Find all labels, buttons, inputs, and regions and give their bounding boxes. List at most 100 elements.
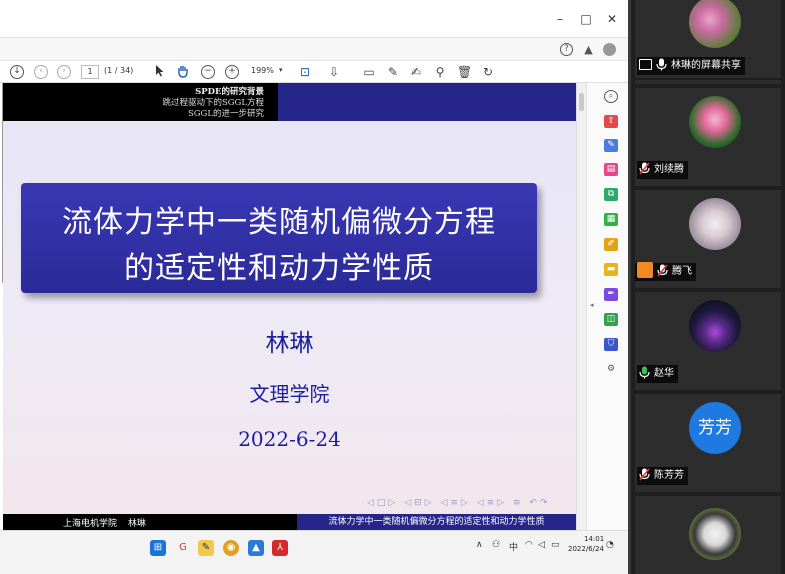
beamer-nav-symbols[interactable]: ◁□▷ ◁⊟▷ ◁≡▷ ◁≡▷ ≡ ↶↷ — [367, 498, 550, 508]
prev-page-icon[interactable]: ‹ — [34, 65, 48, 79]
microphone-icon — [656, 58, 667, 70]
desktop: – □ ✕ ? ▲ ↓ ‹ › 1 (1 / 34) − + 199% ▾ ⊡ — [0, 0, 785, 574]
sign-tool-icon[interactable]: ✒ — [604, 288, 618, 301]
participant-tile[interactable]: 腾飞 — [635, 190, 781, 284]
screen-share-icon — [639, 58, 652, 70]
tray-expand-icon[interactable]: ∧ — [476, 540, 483, 550]
participant-name-tag: 陈芳芳 — [637, 467, 688, 485]
slide-title-box: 流体力学中一类随机偏微分方程 的适定性和动力学性质 — [21, 183, 537, 293]
vertical-scrollbar[interactable] — [576, 83, 586, 530]
slide-nav-item[interactable]: SGGL的进一步研究 — [188, 107, 264, 119]
edit-pdf-icon[interactable]: ✎ — [604, 139, 618, 152]
delete-icon[interactable]: 🗑 — [457, 64, 472, 80]
organize-pages-icon[interactable]: ▦ — [604, 213, 618, 226]
slide-header: SPDE的研究背景 跳过程驱动下的SGGL方程 SGGL的进一步研究 — [3, 83, 576, 121]
volume-icon[interactable]: ◁ — [538, 540, 545, 550]
slide-footer-right: 流体力学中一类随机偏微分方程的适定性和动力学性质 — [297, 514, 576, 530]
acrobat-icon[interactable]: ⅄ — [272, 540, 288, 556]
tile-separator — [635, 182, 781, 186]
ime-indicator[interactable]: 中 — [509, 540, 518, 553]
zoom-out-icon[interactable]: − — [201, 65, 215, 79]
comment-tool-icon[interactable]: ▬ — [604, 263, 618, 276]
clock-date[interactable]: 2022/6/24 — [568, 545, 604, 553]
participant-tile[interactable]: 刘续腾 — [635, 88, 781, 182]
more-tools-icon[interactable]: ⚙ — [604, 363, 618, 376]
chrome-icon[interactable]: ◉ — [223, 540, 239, 556]
hand-tool-icon[interactable] — [176, 64, 190, 80]
avatar — [689, 198, 741, 250]
participant-tile[interactable]: 赵华 — [635, 292, 781, 386]
clock-time[interactable]: 14:01 — [584, 535, 604, 543]
avatar — [689, 96, 741, 148]
slide-title-line-2: 的适定性和动力学性质 — [124, 251, 434, 286]
app-g-icon[interactable]: G — [175, 540, 191, 556]
protect-icon[interactable]: ◫ — [604, 313, 618, 326]
close-button[interactable]: ✕ — [605, 12, 619, 26]
download-icon[interactable]: ↓ — [10, 65, 24, 79]
fill-sign-icon[interactable]: ✐ — [604, 238, 618, 251]
participant-tile[interactable]: 芳芳 陈芳芳 — [635, 394, 781, 488]
windows-taskbar: ⊞ G ✎ ◉ ▲ ⅄ ∧ ⚇ 中 ◠ ◁ ▭ 14:01 2022/6/24 … — [0, 530, 628, 574]
help-icon[interactable]: ? — [560, 43, 573, 56]
comment-icon[interactable]: ▭ — [362, 64, 376, 80]
scroll-mode-icon[interactable]: ⇩ — [327, 64, 341, 80]
meeting-app-icon[interactable]: ▲ — [248, 540, 264, 556]
slide-author: 林琳 — [265, 329, 314, 357]
collapse-panel-icon[interactable]: ◂ — [590, 301, 594, 309]
tile-separator — [635, 80, 781, 84]
participant-name-tag: 赵华 — [637, 365, 678, 383]
participant-name: 陈芳芳 — [654, 470, 684, 481]
microphone-muted-icon — [639, 467, 650, 481]
sign-icon[interactable]: ✍ — [409, 64, 423, 80]
zoom-level[interactable]: 199% — [251, 66, 274, 75]
minimize-button[interactable]: – — [553, 12, 567, 26]
participant-name-tag: 林琳的屏幕共享 — [637, 57, 745, 75]
viewer-menubar: ? ▲ — [0, 37, 628, 61]
notes-app-icon[interactable]: ✎ — [198, 540, 214, 556]
account-icon[interactable] — [603, 43, 616, 56]
shield-icon[interactable]: ⛉ — [604, 338, 618, 351]
slide-title-line-1: 流体力学中一类随机偏微分方程 — [62, 205, 496, 240]
page-count: (1 / 34) — [104, 66, 134, 75]
slide-date: 2022-6-24 — [238, 427, 341, 451]
scrollbar-thumb[interactable] — [579, 93, 584, 111]
page-number-input[interactable]: 1 — [81, 65, 99, 79]
page-fit-icon[interactable]: ⊡ — [298, 64, 312, 80]
start-icon[interactable]: ⊞ — [150, 540, 166, 556]
rotate-icon[interactable]: ↻ — [481, 64, 495, 80]
avatar — [689, 0, 741, 48]
combine-files-icon[interactable]: ⧉ — [604, 188, 618, 201]
participant-name: 赵华 — [654, 368, 674, 379]
window-titlebar: – □ ✕ — [0, 0, 628, 37]
select-cursor-icon[interactable] — [154, 64, 166, 80]
slide-institute: 文理学院 — [249, 382, 330, 406]
participant-name: 腾飞 — [672, 266, 692, 277]
zoom-dropdown-icon[interactable]: ▾ — [279, 66, 283, 74]
wifi-icon[interactable]: ◠ — [525, 540, 533, 550]
create-pdf-icon[interactable]: ▤ — [604, 163, 618, 176]
tile-separator — [635, 488, 781, 492]
participant-tile[interactable]: 梁聪 — [635, 496, 781, 574]
slide-footer: 上海电机学院 林琳 流体力学中一类随机偏微分方程的适定性和动力学性质 — [3, 514, 576, 530]
network-icon[interactable]: ⚇ — [492, 540, 500, 550]
participant-tile[interactable]: 林琳的屏幕共享 — [635, 0, 781, 78]
microphone-muted-icon — [657, 263, 668, 277]
battery-icon[interactable]: ▭ — [551, 540, 560, 550]
zoom-in-icon[interactable]: + — [225, 65, 239, 79]
participants-panel: 林琳的屏幕共享 刘续腾 腾飞 赵华 芳芳 陈芳芳 — [631, 0, 785, 574]
maximize-button[interactable]: □ — [579, 12, 593, 26]
pdf-slide: SPDE的研究背景 跳过程驱动下的SGGL方程 SGGL的进一步研究 流体力学中… — [3, 83, 576, 530]
user-icon — [637, 262, 653, 278]
export-pdf-icon[interactable]: ⇪ — [604, 115, 618, 128]
microphone-icon — [639, 366, 650, 378]
stamp-icon[interactable]: ⚲ — [433, 64, 447, 80]
notification-icon[interactable]: ◔ — [606, 540, 614, 550]
bell-icon[interactable]: ▲ — [582, 43, 595, 56]
pen-icon[interactable]: ✎ — [386, 64, 400, 80]
avatar: 芳芳 — [689, 402, 741, 454]
search-icon[interactable]: ⌕ — [604, 90, 618, 103]
next-page-icon[interactable]: › — [57, 65, 71, 79]
tools-side-panel: ◂ ⌕ ⇪ ✎ ▤ ⧉ ▦ ✐ ▬ ✒ ◫ ⛉ ⚙ — [586, 83, 628, 530]
participant-name: 林琳的屏幕共享 — [671, 60, 741, 71]
slide-footer-left: 上海电机学院 林琳 — [63, 519, 146, 529]
